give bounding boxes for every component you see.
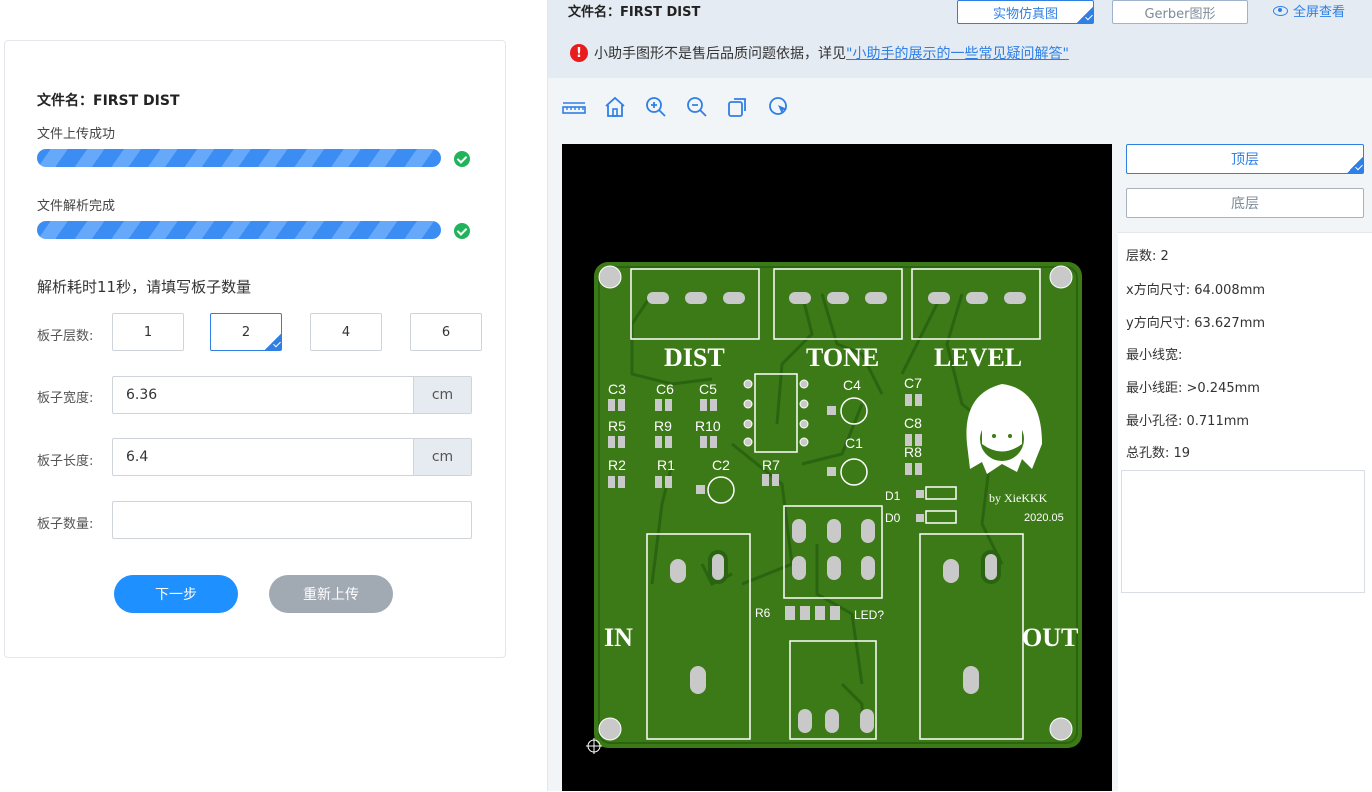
qty-label: 板子数量: — [37, 517, 94, 532]
home-icon[interactable] — [603, 95, 627, 119]
real-view-button[interactable]: 实物仿真图 — [957, 0, 1094, 24]
info-y-size: y方向尺寸: 63.627mm — [1126, 316, 1266, 331]
layers-label: 板子层数: — [37, 329, 94, 344]
width-field[interactable]: 6.36 cm — [112, 376, 472, 414]
viewer-toolbar — [562, 95, 791, 119]
svg-text:by XieKKK: by XieKKK — [989, 491, 1048, 505]
layer-option-2[interactable]: 2 — [210, 313, 282, 351]
info-layers: 层数: 2 — [1126, 249, 1169, 264]
upload-card: 文件名：FIRST DIST 文件上传成功 文件解析完成 解析耗时11秒，请填写… — [4, 40, 506, 658]
parse-progress-bar — [37, 221, 441, 239]
pcb-label-in: IN — [604, 623, 633, 652]
preview-file-name: 文件名：FIRST DIST — [568, 5, 701, 20]
zoom-out-icon[interactable] — [685, 95, 709, 119]
svg-text:R2: R2 — [608, 457, 626, 473]
width-unit: cm — [413, 377, 471, 413]
ruler-icon[interactable] — [562, 95, 586, 119]
pcb-label-tone: TONE — [806, 343, 879, 372]
svg-text:LED?: LED? — [854, 608, 884, 622]
width-label: 板子宽度: — [37, 391, 94, 406]
board-info: 层数: 2 x方向尺寸: 64.008mm y方向尺寸: 63.627mm 最小… — [1118, 232, 1372, 792]
gerber-view-button[interactable]: Gerber图形 — [1112, 0, 1248, 24]
selected-check-icon — [265, 334, 281, 350]
svg-text:C7: C7 — [904, 375, 922, 391]
layer-option-1[interactable]: 1 — [112, 313, 184, 351]
pcb-preview[interactable]: DIST TONE LEVEL IN OUT C3 C6 C5 C4 C7 R5 R9 R1… — [562, 144, 1112, 791]
pcb-label-out: OUT — [1022, 623, 1078, 652]
preview-header: 文件名：FIRST DIST 实物仿真图 Gerber图形 全屏查看 ! 小助手… — [548, 0, 1372, 78]
parse-success-icon — [454, 223, 470, 239]
info-total-holes: 总孔数: 19 — [1126, 446, 1191, 461]
layer-option-4[interactable]: 4 — [310, 313, 382, 351]
svg-text:C8: C8 — [904, 415, 922, 431]
svg-text:2020.05: 2020.05 — [1024, 512, 1064, 524]
svg-text:D1: D1 — [885, 489, 901, 503]
svg-text:C3: C3 — [608, 381, 626, 397]
svg-text:C5: C5 — [699, 381, 717, 397]
layer-option-6[interactable]: 6 — [410, 313, 482, 351]
pcb-board-image: DIST TONE LEVEL IN OUT C3 C6 C5 C4 C7 R5 R9 R1… — [586, 262, 1082, 754]
faq-link[interactable]: "小助手的展示的一些常见疑问解答" — [846, 43, 1069, 63]
length-input[interactable]: 6.4 — [113, 439, 413, 475]
warning-icon: ! — [570, 44, 588, 62]
info-min-trace: 最小线宽: — [1126, 348, 1183, 363]
upload-success-icon — [454, 151, 470, 167]
svg-text:R5: R5 — [608, 418, 626, 434]
top-layer-button[interactable]: 顶层 — [1126, 144, 1364, 174]
svg-text:C6: C6 — [656, 381, 674, 397]
width-input[interactable]: 6.36 — [113, 377, 413, 413]
file-name: 文件名：FIRST DIST — [37, 93, 180, 109]
svg-text:C4: C4 — [843, 377, 861, 393]
eye-icon — [1273, 5, 1288, 16]
svg-text:C1: C1 — [845, 435, 863, 451]
selected-check-icon — [1077, 7, 1093, 23]
length-unit: cm — [413, 439, 471, 475]
selected-check-icon — [1347, 157, 1363, 173]
info-min-hole: 最小孔径: 0.711mm — [1126, 414, 1250, 429]
bottom-layer-button[interactable]: 底层 — [1126, 188, 1364, 218]
svg-text:R10: R10 — [695, 418, 721, 434]
info-min-space: 最小线距: >0.245mm — [1126, 381, 1260, 396]
svg-text:R7: R7 — [762, 457, 780, 473]
svg-text:C2: C2 — [712, 457, 730, 473]
elapsed-text: 解析耗时11秒，请填写板子数量 — [37, 278, 252, 296]
svg-text:R6: R6 — [755, 606, 771, 620]
notice-bar: ! 小助手图形不是售后品质问题依据，详见 "小助手的展示的一些常见疑问解答" — [570, 43, 1069, 63]
qty-field[interactable] — [112, 501, 472, 539]
pcb-label-dist: DIST — [664, 343, 725, 372]
reupload-button[interactable]: 重新上传 — [269, 575, 393, 613]
info-x-size: x方向尺寸: 64.008mm — [1126, 283, 1266, 298]
copy-icon[interactable] — [726, 95, 750, 119]
svg-text:R9: R9 — [654, 418, 672, 434]
info-blank-box — [1121, 470, 1365, 593]
length-label: 板子长度: — [37, 454, 94, 469]
upload-status: 文件上传成功 — [37, 127, 116, 142]
svg-text:R8: R8 — [904, 444, 922, 460]
next-button[interactable]: 下一步 — [114, 575, 238, 613]
parse-status: 文件解析完成 — [37, 199, 116, 214]
upload-progress-bar — [37, 149, 441, 167]
zoom-in-icon[interactable] — [644, 95, 668, 119]
svg-text:R1: R1 — [657, 457, 675, 473]
pointer-icon[interactable] — [767, 95, 791, 119]
qty-input[interactable] — [113, 502, 471, 538]
length-field[interactable]: 6.4 cm — [112, 438, 472, 476]
pcb-label-level: LEVEL — [934, 343, 1022, 372]
svg-text:D0: D0 — [885, 511, 901, 525]
preview-panel: 文件名：FIRST DIST 实物仿真图 Gerber图形 全屏查看 ! 小助手… — [547, 0, 1372, 792]
fullscreen-link[interactable]: 全屏查看 — [1273, 1, 1345, 20]
